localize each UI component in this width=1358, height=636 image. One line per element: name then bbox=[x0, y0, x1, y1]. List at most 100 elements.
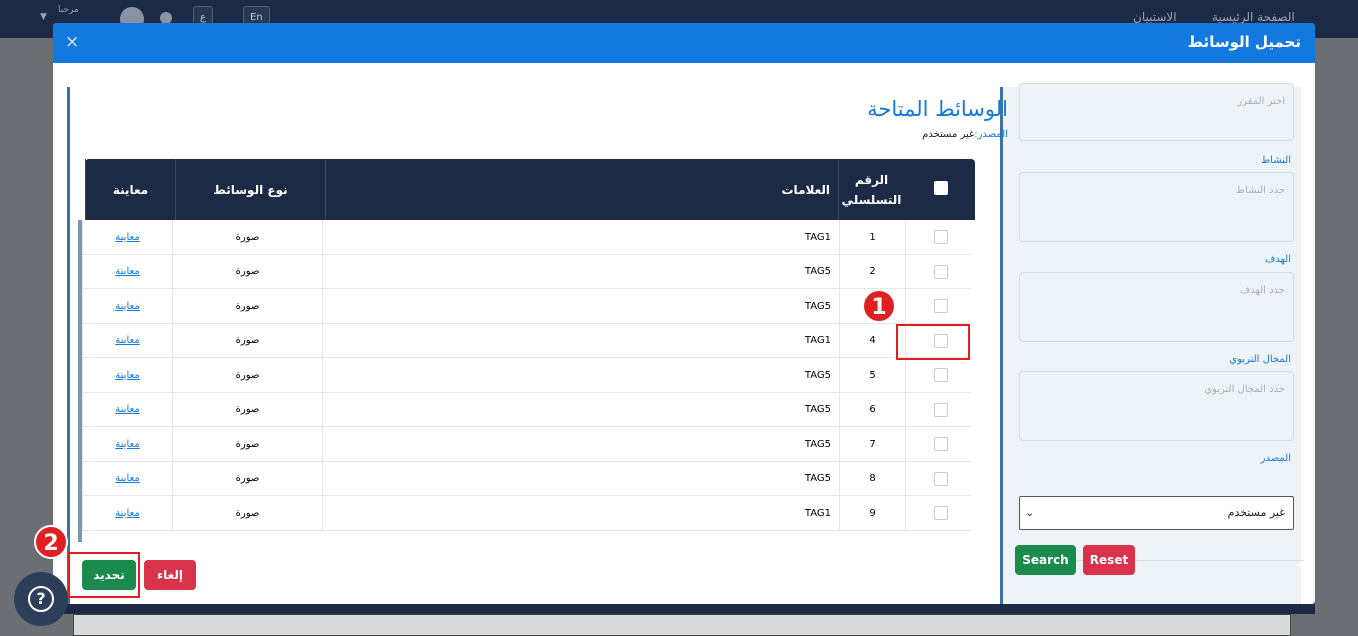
row-checkbox[interactable] bbox=[933, 264, 948, 279]
media-title: الوسائط المتاحة bbox=[867, 97, 1008, 121]
tags-cell: TAG1 bbox=[322, 496, 839, 530]
bg-footer-strip bbox=[53, 604, 1315, 614]
annotation-box-1 bbox=[896, 324, 970, 360]
table-row[interactable]: معاينةصورةTAG53 bbox=[82, 289, 971, 324]
annotation-marker-1: 1 bbox=[862, 289, 896, 323]
media-source-value: غير مستخدم bbox=[922, 129, 975, 140]
table-row[interactable]: معاينة صورة TAG5 8 bbox=[82, 461, 971, 496]
modal-title: تحميل الوسائط bbox=[1187, 33, 1302, 51]
checkbox-cell bbox=[905, 461, 971, 496]
table-row[interactable]: معاينة صورة TAG1 1 bbox=[82, 220, 971, 255]
tag-text: TAG5 bbox=[804, 438, 831, 450]
media-type-text: صورة bbox=[235, 335, 260, 346]
col-serial: الرقم التسلسلي bbox=[838, 159, 904, 220]
goal-label: الهدف bbox=[1264, 254, 1291, 265]
preview-link[interactable]: معاينة bbox=[115, 335, 139, 346]
breadcrumb-survey[interactable]: الاستبيان bbox=[1133, 10, 1177, 24]
help-button[interactable]: ? bbox=[14, 572, 68, 626]
annotation-marker-2: 2 bbox=[34, 525, 68, 559]
preview-cell: معاينة bbox=[82, 358, 172, 392]
breadcrumb-home[interactable]: الصفحة الرئيسية bbox=[1212, 10, 1295, 24]
close-icon[interactable]: × bbox=[65, 32, 79, 52]
cancel-button[interactable]: إلغاء bbox=[144, 560, 196, 590]
select-all-checkbox[interactable] bbox=[934, 181, 948, 195]
type-cell: صورة bbox=[172, 323, 322, 358]
tag-text: TAG5 bbox=[804, 369, 831, 381]
row-checkbox[interactable] bbox=[933, 299, 948, 313]
table-row[interactable]: معاينة صورة TAG5 6 bbox=[82, 392, 971, 427]
help-icon: ? bbox=[28, 586, 54, 612]
col-tags: العلامات bbox=[325, 159, 838, 220]
table-row[interactable]: معاينة صورة TAG1 4 bbox=[82, 323, 971, 358]
type-cell: صورة bbox=[172, 496, 322, 530]
preview-link[interactable]: معاينة bbox=[115, 301, 139, 312]
modal-header: تحميل الوسائط × bbox=[53, 23, 1315, 63]
preview-cell: معاينة bbox=[82, 427, 172, 461]
media-type-text: صورة bbox=[235, 369, 260, 381]
tags-cell: TAG5 bbox=[322, 427, 839, 461]
table-row[interactable]: معاينة صورة TAG5 7 bbox=[82, 427, 971, 462]
source-select-value: غير مستخدم bbox=[1227, 506, 1285, 519]
goal-field[interactable]: حدد الهدف bbox=[1019, 272, 1294, 342]
row-checkbox[interactable] bbox=[933, 368, 948, 382]
type-cell: صورة bbox=[172, 461, 322, 496]
row-checkbox[interactable] bbox=[933, 506, 948, 520]
serial-cell: 1 bbox=[839, 220, 905, 254]
activity-field[interactable]: حدد النشاط bbox=[1019, 172, 1294, 242]
preview-link[interactable]: معاينة bbox=[115, 370, 139, 381]
activity-label: النشاط bbox=[1260, 155, 1291, 166]
search-button[interactable]: Search bbox=[1015, 545, 1076, 575]
user-menu-caret-icon[interactable]: ▼ bbox=[40, 12, 47, 22]
preview-link[interactable]: معاينة bbox=[115, 232, 139, 243]
serial-cell: 9 bbox=[839, 496, 905, 530]
row-checkbox[interactable] bbox=[933, 437, 948, 451]
preview-cell: معاينة bbox=[82, 323, 172, 358]
serial-cell: 6 bbox=[839, 392, 905, 427]
media-type-text: صورة bbox=[235, 438, 260, 450]
domain-label: المجال التربوي bbox=[1229, 354, 1291, 365]
media-panel: الوسائط المتاحة المصدر:غير مستخدم معاينة… bbox=[67, 87, 1008, 604]
tag-text: TAG5 bbox=[804, 300, 831, 312]
checkbox-cell bbox=[905, 289, 971, 323]
row-checkbox[interactable] bbox=[933, 402, 948, 417]
tag-text: TAG1 bbox=[804, 335, 831, 346]
table-row[interactable]: معاينة صورة TAG5 2 bbox=[82, 254, 971, 289]
tag-text: TAG5 bbox=[804, 473, 831, 484]
table-header: معاينة نوع الوسائط العلامات الرقم التسلس… bbox=[85, 159, 975, 220]
tag-text: TAG5 bbox=[804, 404, 831, 415]
preview-link[interactable]: معاينة bbox=[115, 508, 139, 519]
domain-field[interactable]: حدد المجال التربوي bbox=[1019, 371, 1294, 441]
course-field[interactable]: اختر المقرر bbox=[1019, 83, 1294, 141]
row-checkbox[interactable] bbox=[933, 230, 948, 244]
preview-link[interactable]: معاينة bbox=[115, 473, 139, 484]
checkbox-cell bbox=[905, 254, 971, 289]
serial-number: 2 bbox=[869, 266, 876, 277]
serial-number: 1 bbox=[869, 231, 876, 243]
filters-panel: اختر المقرر النشاط حدد النشاط الهدف حدد … bbox=[1000, 83, 1304, 604]
checkbox-cell bbox=[905, 220, 971, 254]
type-cell: صورة bbox=[172, 289, 322, 323]
preview-link[interactable]: معاينة bbox=[115, 439, 139, 450]
table-row[interactable]: معاينة صورة TAG5 5 bbox=[82, 358, 971, 393]
annotation-box-2 bbox=[68, 552, 140, 598]
row-checkbox[interactable] bbox=[933, 471, 948, 486]
serial-number: 9 bbox=[869, 507, 876, 519]
preview-cell: معاينة bbox=[82, 461, 172, 496]
col-type: نوع الوسائط bbox=[175, 159, 325, 220]
table-row[interactable]: معاينة صورة TAG1 9 bbox=[82, 496, 971, 531]
source-select[interactable]: غير مستخدم ⌄ bbox=[1019, 496, 1294, 530]
table-body[interactable]: معاينة صورة TAG1 1 معاينة صورة TAG5 2 معاينة صورة… bbox=[78, 220, 971, 542]
preview-cell: معاينة bbox=[82, 392, 172, 427]
media-type-text: صورة bbox=[235, 300, 260, 312]
source-label: المصدر bbox=[1260, 453, 1291, 464]
serial-cell: 5 bbox=[839, 358, 905, 392]
preview-link[interactable]: معاينة bbox=[115, 266, 139, 277]
checkbox-cell bbox=[905, 392, 971, 427]
tags-cell: TAG5 bbox=[322, 392, 839, 427]
preview-link[interactable]: معاينة bbox=[115, 404, 139, 415]
preview-cell: معاينة bbox=[82, 220, 172, 254]
tags-cell: TAG5 bbox=[322, 254, 839, 289]
reset-button[interactable]: Reset bbox=[1083, 545, 1135, 575]
serial-number: 6 bbox=[869, 404, 876, 415]
media-type-text: صورة bbox=[235, 231, 260, 243]
